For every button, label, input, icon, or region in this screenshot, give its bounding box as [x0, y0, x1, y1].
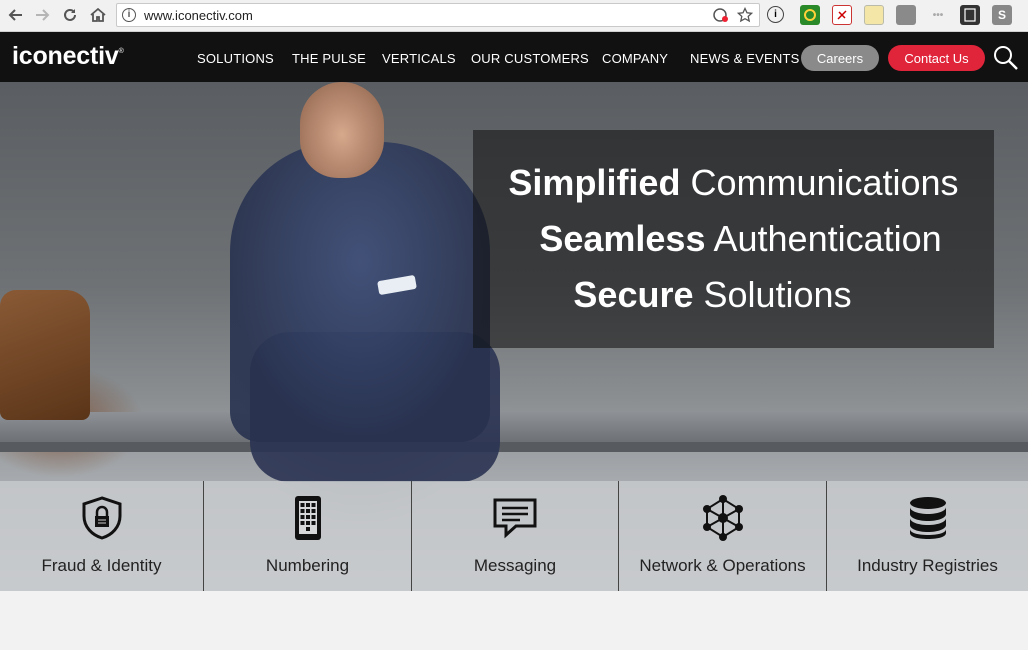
category-network-operations[interactable]: Network & Operations: [619, 481, 827, 591]
hero-bag: [0, 290, 90, 420]
database-icon: [905, 495, 951, 541]
back-icon[interactable]: [4, 3, 28, 27]
nav-verticals[interactable]: VERTICALS: [382, 51, 456, 66]
ext-info-icon[interactable]: i: [767, 6, 784, 23]
browser-toolbar: i www.iconectiv.com i ••• S: [0, 0, 1028, 32]
ext-s-icon[interactable]: S: [992, 5, 1012, 25]
tagline-line-3: Secure Solutions: [452, 274, 973, 316]
nav-the-pulse[interactable]: THE PULSE: [292, 51, 366, 66]
site-header: iconectiv® SOLUTIONS THE PULSE VERTICALS…: [0, 32, 1028, 82]
address-bar[interactable]: i www.iconectiv.com: [116, 3, 760, 27]
logo-registered-mark: ®: [118, 48, 124, 55]
forward-icon[interactable]: [30, 3, 54, 27]
hero-man-body: [230, 142, 490, 442]
category-numbering[interactable]: Numbering: [204, 481, 412, 591]
site-info-icon[interactable]: i: [122, 8, 136, 22]
category-label: Fraud & Identity: [41, 556, 162, 575]
ext-grey-icon[interactable]: [896, 5, 916, 25]
tagline-2-bold: Seamless: [539, 218, 706, 259]
tagline-1-rest: Communications: [680, 162, 959, 203]
hero-bench: [0, 412, 1028, 442]
film-icon[interactable]: [960, 5, 980, 25]
hero-man-head: [300, 82, 384, 178]
reload-icon[interactable]: [58, 3, 82, 27]
page-below-fold: [0, 591, 1028, 650]
logo-text: iconectiv: [12, 42, 119, 70]
tagline-3-rest: Solutions: [693, 274, 852, 315]
category-fraud-identity[interactable]: Fraud & Identity: [0, 481, 204, 591]
contact-us-button[interactable]: Contact Us: [888, 45, 985, 71]
careers-button[interactable]: Careers: [801, 45, 879, 71]
shield-lock-icon: [79, 495, 125, 541]
notes-icon[interactable]: [864, 5, 884, 25]
home-icon[interactable]: [86, 3, 110, 27]
chat-bubble-icon: [492, 495, 538, 541]
nav-company[interactable]: COMPANY: [602, 51, 668, 66]
address-url[interactable]: www.iconectiv.com: [144, 8, 253, 23]
ext-s-glyph: S: [997, 8, 1006, 22]
category-label: Messaging: [473, 556, 557, 575]
tagline-line-2: Seamless Authentication: [480, 218, 1001, 260]
category-label: Numbering: [265, 556, 350, 575]
pdf-icon[interactable]: [832, 5, 852, 25]
ext-dots-icon[interactable]: •••: [928, 5, 948, 25]
tagline-2-rest: Authentication: [705, 218, 942, 259]
tagline-1-bold: Simplified: [508, 162, 681, 203]
nav-news-events[interactable]: NEWS & EVENTS: [690, 51, 800, 66]
nav-solutions[interactable]: SOLUTIONS: [197, 51, 274, 66]
search-icon[interactable]: [993, 45, 1019, 71]
category-messaging[interactable]: Messaging: [412, 481, 619, 591]
ext-info-glyph: i: [774, 9, 777, 20]
category-label: Network & Operations: [639, 556, 806, 575]
category-industry-registries[interactable]: Industry Registries: [827, 481, 1028, 591]
nav-our-customers[interactable]: OUR CUSTOMERS: [471, 51, 589, 66]
category-label: Industry Registries: [857, 556, 998, 575]
logo[interactable]: iconectiv®: [12, 42, 124, 71]
category-strip: Fraud & Identity Numbering Messaging Net…: [0, 481, 1028, 591]
translate-icon[interactable]: [713, 7, 729, 27]
tagline-3-bold: Secure: [573, 274, 694, 315]
ext-check-icon[interactable]: [800, 5, 820, 25]
hero-bench-shadow: [0, 442, 1028, 452]
bookmark-star-icon[interactable]: [736, 6, 754, 27]
keypad-phone-icon: [285, 495, 331, 541]
network-icon: [700, 495, 746, 541]
tagline-line-1: Simplified Communications: [473, 162, 994, 204]
